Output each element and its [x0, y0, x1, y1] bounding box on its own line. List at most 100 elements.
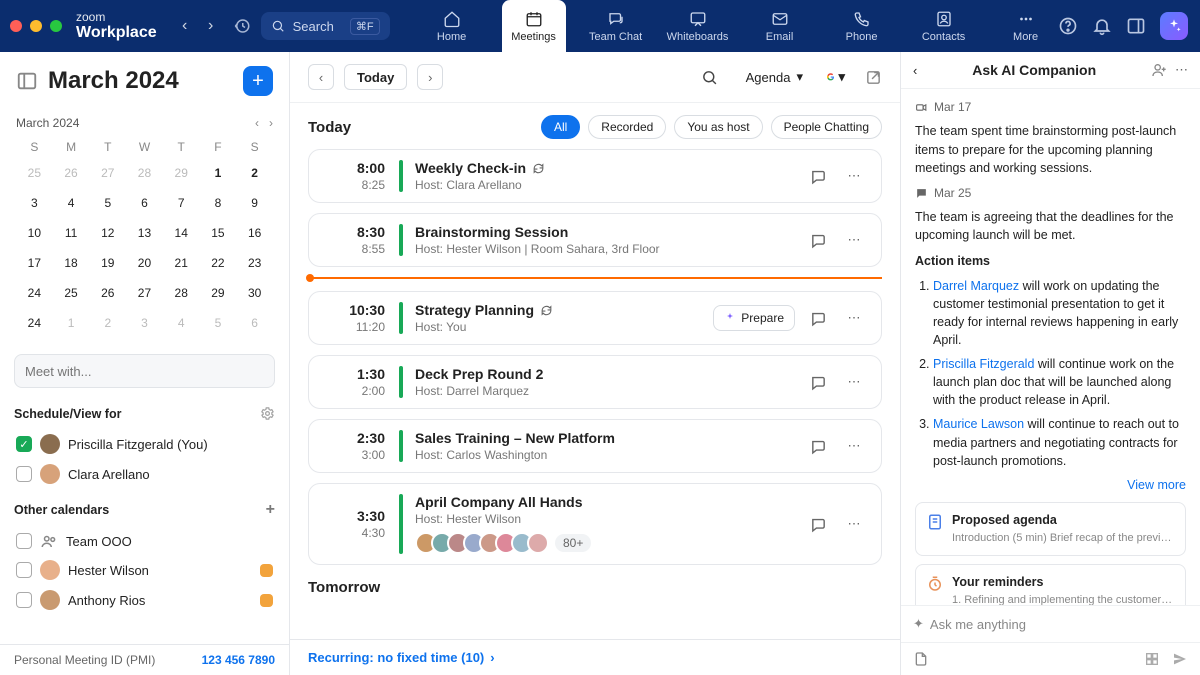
- mini-day[interactable]: 9: [242, 190, 268, 216]
- mini-day[interactable]: 26: [58, 160, 84, 186]
- event-more-button[interactable]: ⋯: [841, 433, 867, 459]
- event-card[interactable]: 10:3011:20Strategy Planning Host: YouPre…: [308, 291, 882, 345]
- prepare-button[interactable]: Prepare: [713, 305, 795, 331]
- today-button[interactable]: Today: [344, 64, 407, 90]
- mini-day[interactable]: 10: [21, 220, 47, 246]
- prev-day-button[interactable]: ‹: [308, 64, 334, 90]
- bell-icon[interactable]: [1092, 16, 1112, 36]
- schedule-view-row[interactable]: Clara Arellano: [14, 459, 275, 489]
- other-calendar-row[interactable]: Team OOO: [14, 527, 275, 555]
- mini-day[interactable]: 3: [21, 190, 47, 216]
- meet-with-input[interactable]: [14, 354, 275, 388]
- mini-day[interactable]: 28: [131, 160, 157, 186]
- maximize-window[interactable]: [50, 20, 62, 32]
- chat-button[interactable]: [805, 163, 831, 189]
- chat-button[interactable]: [805, 305, 831, 331]
- event-card[interactable]: 1:302:00Deck Prep Round 2Host: Darrel Ma…: [308, 355, 882, 409]
- mini-day[interactable]: 25: [21, 160, 47, 186]
- mini-day[interactable]: 29: [205, 280, 231, 306]
- schedule-view-row[interactable]: ✓ Priscilla Fitzgerald (You): [14, 429, 275, 459]
- mini-day[interactable]: 27: [131, 280, 157, 306]
- mini-day[interactable]: 27: [95, 160, 121, 186]
- add-calendar-button[interactable]: +: [266, 501, 275, 519]
- grid-icon[interactable]: [1144, 651, 1160, 667]
- mini-day[interactable]: 19: [95, 250, 121, 276]
- event-card[interactable]: 2:303:00Sales Training – New PlatformHos…: [308, 419, 882, 473]
- file-icon[interactable]: [913, 651, 929, 667]
- view-selector[interactable]: Agenda ▾: [746, 69, 803, 85]
- mini-day[interactable]: 11: [58, 220, 84, 246]
- search-icon[interactable]: [701, 69, 718, 86]
- mini-day[interactable]: 6: [131, 190, 157, 216]
- send-icon[interactable]: [1172, 651, 1188, 667]
- checkbox-icon[interactable]: [16, 592, 32, 608]
- other-calendar-row[interactable]: Hester Wilson: [14, 555, 275, 585]
- mini-day[interactable]: 5: [205, 310, 231, 336]
- back-button[interactable]: ‹: [173, 14, 197, 38]
- mini-day[interactable]: 15: [205, 220, 231, 246]
- filter-all[interactable]: All: [541, 115, 580, 139]
- mini-day[interactable]: 23: [242, 250, 268, 276]
- mini-day[interactable]: 2: [242, 160, 268, 186]
- mini-day[interactable]: 14: [168, 220, 194, 246]
- mini-day[interactable]: 1: [205, 160, 231, 186]
- next-day-button[interactable]: ›: [417, 64, 443, 90]
- checkbox-icon[interactable]: [16, 562, 32, 578]
- mini-day[interactable]: 4: [168, 310, 194, 336]
- tab-email[interactable]: Email: [748, 0, 812, 52]
- chat-button[interactable]: [805, 511, 831, 537]
- mini-day[interactable]: 18: [58, 250, 84, 276]
- minimize-window[interactable]: [30, 20, 42, 32]
- checkbox-icon[interactable]: [16, 466, 32, 482]
- event-more-button[interactable]: ⋯: [841, 163, 867, 189]
- mini-day[interactable]: 7: [168, 190, 194, 216]
- mini-day[interactable]: 24: [21, 280, 47, 306]
- person-link[interactable]: Darrel Marquez: [933, 279, 1019, 293]
- open-external-icon[interactable]: [865, 69, 882, 86]
- event-more-button[interactable]: ⋯: [841, 511, 867, 537]
- mini-day[interactable]: 24: [21, 310, 47, 336]
- mini-day[interactable]: 21: [168, 250, 194, 276]
- recurring-link[interactable]: Recurring: no fixed time (10) ›: [308, 650, 495, 665]
- person-add-icon[interactable]: [1151, 62, 1167, 78]
- mini-day[interactable]: 4: [58, 190, 84, 216]
- event-card[interactable]: 8:008:25Weekly Check-in Host: Clara Arel…: [308, 149, 882, 203]
- search-box[interactable]: Search ⌘F: [261, 12, 390, 40]
- checkbox-icon[interactable]: [16, 533, 32, 549]
- filter-you-host[interactable]: You as host: [674, 115, 762, 139]
- tab-contacts[interactable]: Contacts: [912, 0, 976, 52]
- tab-home[interactable]: Home: [420, 0, 484, 52]
- mini-day[interactable]: 3: [131, 310, 157, 336]
- event-more-button[interactable]: ⋯: [841, 369, 867, 395]
- mini-day[interactable]: 5: [95, 190, 121, 216]
- mini-next[interactable]: ›: [269, 116, 273, 130]
- mini-day[interactable]: 28: [168, 280, 194, 306]
- back-icon[interactable]: ‹: [913, 63, 917, 78]
- proposed-agenda-card[interactable]: Proposed agenda Introduction (5 min) Bri…: [915, 502, 1186, 556]
- filter-recorded[interactable]: Recorded: [588, 115, 666, 139]
- ai-input[interactable]: ✦ Ask me anything: [901, 605, 1200, 642]
- ai-companion-button[interactable]: [1160, 12, 1188, 40]
- mini-day[interactable]: 25: [58, 280, 84, 306]
- event-card[interactable]: 8:308:55Brainstorming SessionHost: Heste…: [308, 213, 882, 267]
- mini-day[interactable]: 29: [168, 160, 194, 186]
- mini-day[interactable]: 30: [242, 280, 268, 306]
- event-more-button[interactable]: ⋯: [841, 227, 867, 253]
- help-icon[interactable]: [1058, 16, 1078, 36]
- mini-day[interactable]: 26: [95, 280, 121, 306]
- event-more-button[interactable]: ⋯: [841, 305, 867, 331]
- mini-day[interactable]: 22: [205, 250, 231, 276]
- mini-day[interactable]: 13: [131, 220, 157, 246]
- forward-button[interactable]: ›: [199, 14, 223, 38]
- chat-button[interactable]: [805, 369, 831, 395]
- view-more-link[interactable]: View more: [915, 476, 1186, 494]
- more-icon[interactable]: ⋯: [1175, 62, 1188, 78]
- mini-day[interactable]: 6: [242, 310, 268, 336]
- person-link[interactable]: Maurice Lawson: [933, 417, 1024, 431]
- chat-button[interactable]: [805, 227, 831, 253]
- tab-team-chat[interactable]: Team Chat: [584, 0, 648, 52]
- mini-day[interactable]: 1: [58, 310, 84, 336]
- pmi-value[interactable]: 123 456 7890: [202, 653, 275, 667]
- mini-day[interactable]: 17: [21, 250, 47, 276]
- filter-people-chatting[interactable]: People Chatting: [771, 115, 882, 139]
